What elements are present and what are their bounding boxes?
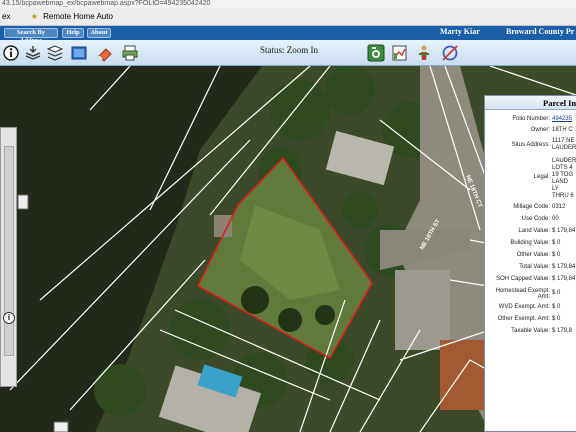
parcel-value: 00 [552,216,559,222]
parcel-label: WVD Exempt. Amt: [498,304,550,310]
parcel-row-building-value: Building Value: $ 0 [485,240,576,252]
bookmarks-bar: ex ★ Remote Home Auto [0,8,576,26]
parcel-value: 18TH C [552,127,573,133]
parcel-row-taxable: Taxable Value: $ 179,8 [485,328,576,340]
tab-remote-home[interactable]: Remote Home Auto [43,8,113,26]
parcel-row-total-value: Total Value: $ 179,84 [485,264,576,276]
parcel-row-land-value: Land Value: $ 179,84 [485,228,576,240]
map-toolbar: Status: Zoom In [0,40,576,66]
left-panel: i [0,127,17,387]
parcel-label: Owner: [530,127,550,133]
search-by-address-button[interactable]: Search By Address [4,28,58,44]
parcel-info-title: Parcel In [485,96,576,110]
parcel-row-legal: Legal: LAUDER LOTS 4 19 TOG LAND LY THRU… [485,158,576,204]
stack-icon[interactable] [46,44,64,62]
status-text: Status: Zoom In [260,45,318,55]
parcel-value: $ 179,84 [552,228,576,234]
bookmark-star-icon[interactable]: ★ [31,8,38,26]
chart-icon[interactable] [391,44,409,62]
parcel-label: Homestead Exempt. Amt: [495,288,550,300]
left-panel-scrollbar[interactable] [4,146,14,356]
parcel-label: Use Code: [521,216,550,222]
info-small-icon[interactable]: i [3,312,15,324]
parcel-value: $ 0 [552,252,561,258]
parcel-label: Other Value: [516,252,550,258]
parcel-row-wvd: WVD Exempt. Amt: $ 0 [485,304,576,316]
folio-number-link[interactable]: 494235 [552,116,572,123]
layers-icon[interactable] [24,44,42,62]
parcel-value: $ 0 [552,290,561,296]
parcel-row-owner: Owner: 18TH C [485,127,576,138]
side-pane-handle[interactable] [17,194,29,210]
parcel-label: Land Value: [518,228,550,234]
parcel-value: 1117 NE LAUDER [552,138,576,151]
parcel-row-homestead: Homestead Exempt. Amt: $ 0 [485,288,576,304]
bottom-pane-handle[interactable] [53,421,69,432]
parcel-info-panel: Parcel In Folio Number: 494235 Owner: 18… [484,95,576,432]
parcel-value: $ 0 [552,240,561,246]
parcel-value: $ 179,84 [552,264,576,270]
parcel-label: SOH Capped Value: [496,276,550,282]
url-bar[interactable]: 43.15/bcpawebmap_ex/bcpawebmap.aspx?FOLI… [0,0,576,8]
parcel-label: Taxable Value: [511,328,550,334]
parcel-row-use-code: Use Code: 00 [485,216,576,228]
parcel-label: Folio Number: [512,116,550,122]
parcel-value: $ 0 [552,304,561,310]
camera-icon[interactable] [367,44,385,62]
parcel-label: Situs Address: [511,142,550,148]
parcel-value: LAUDER LOTS 4 19 TOG LAND LY THRU 6 [552,158,576,199]
info-icon[interactable] [2,44,20,62]
building [395,270,450,350]
county-title: Broward County Pr [506,27,575,36]
person-icon[interactable] [415,44,433,62]
parcel-label: Other Exempt. Amt: [497,316,550,322]
parcel-label: Legal: [533,174,550,180]
parcel-label: Total Value: [519,264,550,270]
user-name: Marty Kiar [440,27,480,36]
tab-ex[interactable]: ex [2,8,10,26]
target-icon[interactable] [441,44,459,62]
parcel-value: $ 179,84 [552,276,576,282]
print-icon[interactable] [121,44,139,62]
parcel-row-situs: Situs Address: 1117 NE LAUDER [485,138,576,158]
parcel-row-millage: Millage Code: 0312 [485,204,576,216]
parcel-row-soh-capped: SOH Capped Value: $ 179,84 [485,276,576,288]
parcel-row-other-value: Other Value: $ 0 [485,252,576,264]
app-header: Search By Address Help About Marty Kiar … [0,26,576,44]
eraser-icon[interactable] [96,44,114,62]
help-button[interactable]: Help [62,28,84,38]
parcel-row-folio: Folio Number: 494235 [485,116,576,127]
map-icon[interactable] [70,44,88,62]
parcel-value: $ 179,8 [552,328,573,334]
parcel-label: Building Value: [510,240,550,246]
app-window: 43.15/bcpawebmap_ex/bcpawebmap.aspx?FOLI… [0,0,576,432]
parcel-row-other-exempt: Other Exempt. Amt: $ 0 [485,316,576,328]
parcel-value: 0312 [552,204,566,210]
parcel-label: Millage Code: [513,204,550,210]
parcel-value: $ 0 [552,316,561,322]
about-button[interactable]: About [87,28,111,38]
